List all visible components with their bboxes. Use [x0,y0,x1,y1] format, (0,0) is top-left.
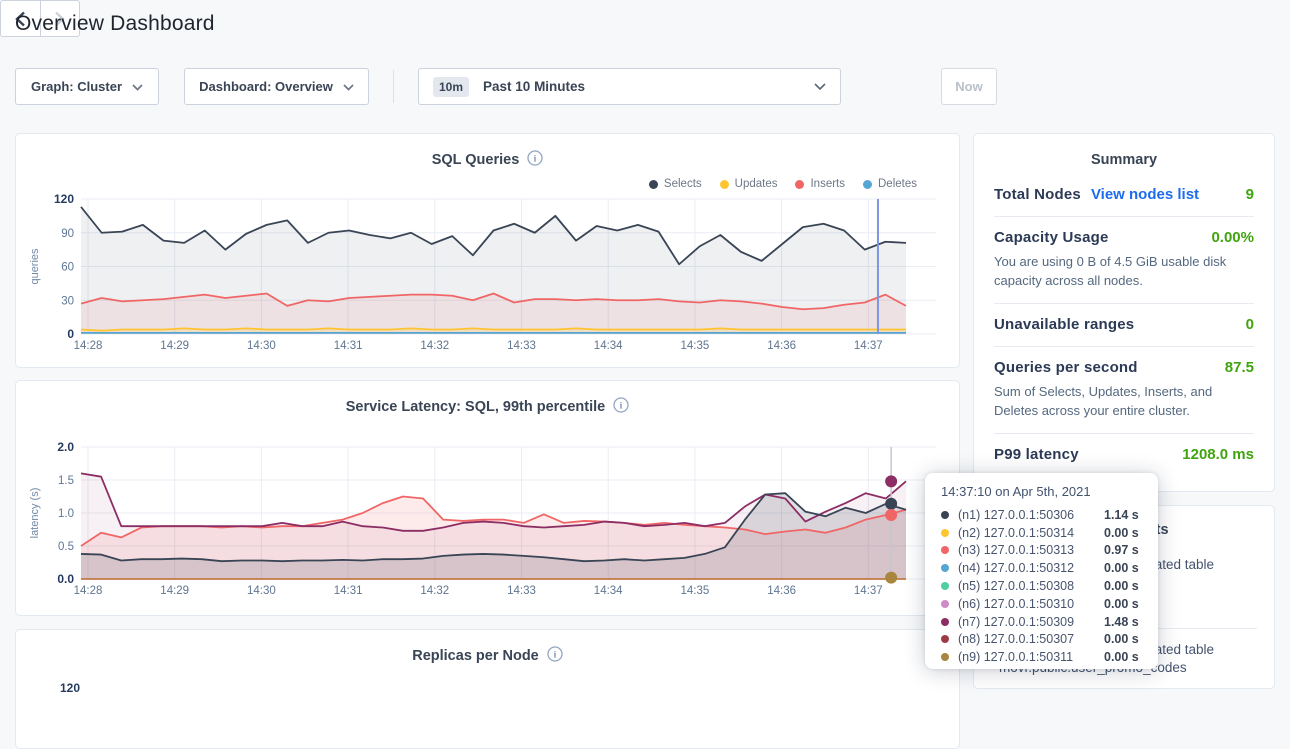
svg-text:i: i [553,650,556,660]
svg-text:0.5: 0.5 [58,541,74,553]
svg-text:120: 120 [54,192,74,206]
replicas-title: Replicas per Node [412,648,539,664]
summary-row-total-nodes: Total Nodes View nodes list 9 [994,174,1254,217]
tooltip-node-row: (n6) 127.0.0.1:503100.00 s [941,595,1142,613]
summary-title: Summary [994,134,1254,174]
capacity-usage-desc: You are using 0 B of 4.5 GiB usable disk… [994,252,1254,290]
node-color-dot [941,564,949,572]
svg-text:1.0: 1.0 [58,508,74,520]
time-range-selector[interactable]: 10m Past 10 Minutes [418,68,841,105]
replicas-ytick: 120 [60,681,80,695]
svg-text:14:33: 14:33 [507,340,536,352]
dashboard-dropdown[interactable]: Dashboard: Overview [184,68,369,105]
qps-label: Queries per second [994,359,1138,376]
unavailable-ranges-value: 0 [1246,316,1254,333]
svg-text:14:34: 14:34 [594,585,623,597]
node-color-dot [941,511,949,519]
total-nodes-label: Total Nodes [994,186,1081,203]
total-nodes-value: 9 [1246,186,1254,203]
capacity-usage-value: 0.00% [1211,229,1254,246]
svg-text:14:34: 14:34 [594,340,623,352]
summary-card: Summary Total Nodes View nodes list 9 Ca… [973,133,1275,492]
tooltip-node-row: (n3) 127.0.0.1:503130.97 s [941,542,1142,560]
tooltip-node-row: (n8) 127.0.0.1:503070.00 s [941,631,1142,649]
tooltip-node-row: (n2) 127.0.0.1:503140.00 s [941,524,1142,542]
svg-text:14:29: 14:29 [160,340,189,352]
view-nodes-list-link[interactable]: View nodes list [1091,186,1199,203]
svg-text:14:37: 14:37 [854,340,883,352]
tooltip-timestamp: 14:37:10 on Apr 5th, 2021 [941,484,1142,499]
capacity-usage-label: Capacity Usage [994,229,1109,246]
svg-text:queries: queries [29,248,41,285]
svg-text:90: 90 [61,228,74,240]
sql-queries-card: SQL Queries i SelectsUpdatesInsertsDelet… [15,133,960,368]
svg-text:30: 30 [61,295,74,307]
p99-latency-label: P99 latency [994,446,1079,463]
now-button[interactable]: Now [941,68,997,105]
svg-text:14:28: 14:28 [74,340,103,352]
summary-row-p99: P99 latency 1208.0 ms [994,434,1254,476]
info-icon[interactable]: i [547,646,563,666]
svg-text:14:35: 14:35 [681,340,710,352]
node-color-dot [941,635,949,643]
controls-divider [393,70,394,103]
service-latency-chart[interactable]: 0.0 0.5 1.0 1.5 2.0 14:28 14:29 14:30 14:31 14:32… [16,381,959,615]
tooltip-node-row: (n4) 127.0.0.1:503120.00 s [941,559,1142,577]
svg-text:1.5: 1.5 [58,475,74,487]
svg-text:14:32: 14:32 [420,340,449,352]
node-color-dot [941,529,949,537]
node-color-dot [941,653,949,661]
tooltip-node-row: (n7) 127.0.0.1:503091.48 s [941,613,1142,631]
svg-text:14:30: 14:30 [247,340,276,352]
tooltip-node-row: (n1) 127.0.0.1:503061.14 s [941,506,1142,524]
service-latency-card: Service Latency: SQL, 99th percentile i … [15,380,960,616]
node-color-dot [941,600,949,608]
tooltip-node-row: (n5) 127.0.0.1:503080.00 s [941,577,1142,595]
svg-text:14:36: 14:36 [767,340,796,352]
svg-text:14:31: 14:31 [334,585,363,597]
chevron-down-icon [343,79,354,94]
unavailable-ranges-label: Unavailable ranges [994,316,1134,333]
svg-text:14:33: 14:33 [507,585,536,597]
svg-text:60: 60 [61,262,74,274]
svg-text:14:31: 14:31 [334,340,363,352]
dashboard-dropdown-label: Dashboard: Overview [199,79,333,94]
chevron-down-icon [814,79,826,94]
svg-text:14:30: 14:30 [247,585,276,597]
tooltip-node-row: (n9) 127.0.0.1:503110.00 s [941,648,1142,666]
node-color-dot [941,618,949,626]
time-range-badge: 10m [433,77,469,97]
chevron-down-icon [132,79,143,94]
node-color-dot [941,546,949,554]
sql-queries-chart[interactable]: 0 30 60 90 120 14:28 14:29 14:30 14:31 14:32 14:33… [16,134,959,367]
page-title: Overview Dashboard [15,12,215,36]
svg-text:14:37: 14:37 [854,585,883,597]
svg-text:0.0: 0.0 [57,572,74,586]
p99-latency-value: 1208.0 ms [1182,446,1254,463]
svg-text:2.0: 2.0 [57,440,74,454]
summary-row-capacity: Capacity Usage 0.00% You are using 0 B o… [994,217,1254,304]
summary-row-qps: Queries per second 87.5 Sum of Selects, … [994,347,1254,434]
svg-text:14:32: 14:32 [420,585,449,597]
tooltip-rows: (n1) 127.0.0.1:503061.14 s(n2) 127.0.0.1… [941,506,1142,666]
chart-hover-tooltip: 14:37:10 on Apr 5th, 2021 (n1) 127.0.0.1… [925,473,1158,669]
time-range-label: Past 10 Minutes [483,79,585,94]
svg-text:14:36: 14:36 [767,585,796,597]
svg-text:0: 0 [67,327,74,341]
svg-text:14:28: 14:28 [74,585,103,597]
svg-text:latency (s): latency (s) [29,488,41,539]
svg-text:14:29: 14:29 [160,585,189,597]
summary-row-unavailable: Unavailable ranges 0 [994,304,1254,347]
node-color-dot [941,582,949,590]
qps-value: 87.5 [1225,359,1254,376]
graph-dropdown-label: Graph: Cluster [31,79,122,94]
graph-dropdown[interactable]: Graph: Cluster [15,68,159,105]
replicas-per-node-card: Replicas per Node i 120 [15,629,960,749]
svg-text:14:35: 14:35 [681,585,710,597]
qps-desc: Sum of Selects, Updates, Inserts, and De… [994,382,1254,420]
